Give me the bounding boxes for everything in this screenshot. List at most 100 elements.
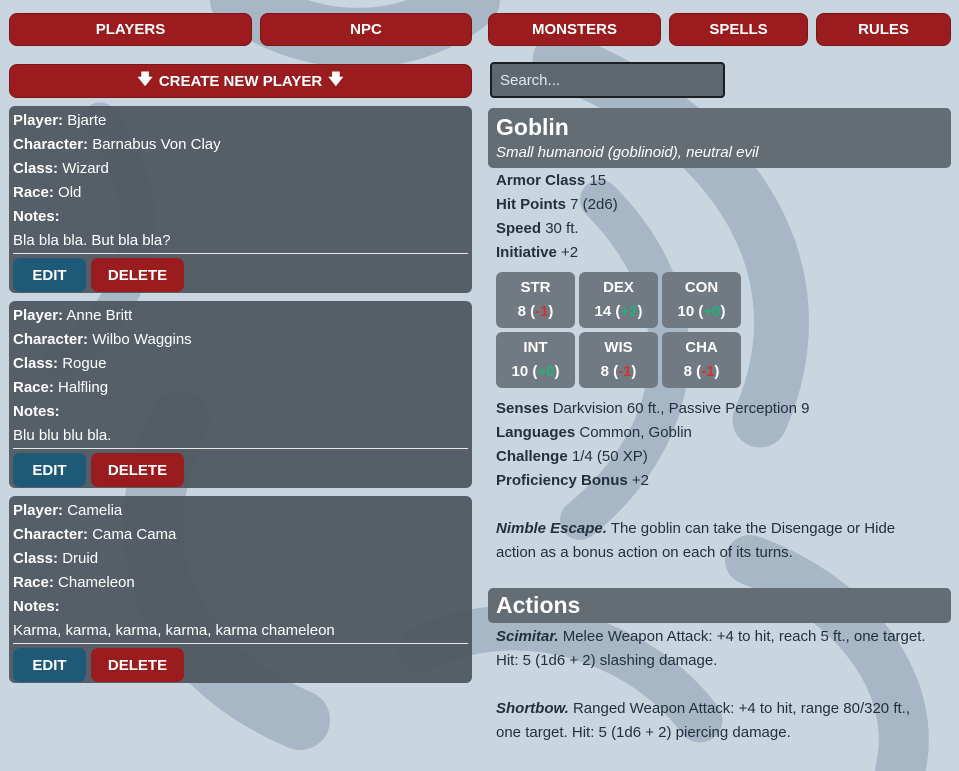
npc-tab-button[interactable]: NPC — [260, 13, 472, 46]
rules-tab-button[interactable]: RULES — [816, 13, 951, 46]
class-label: Class: — [13, 355, 59, 372]
ability-abbr: CON — [684, 279, 719, 296]
character-label: Character: — [13, 136, 89, 153]
race-label: Race: — [13, 184, 54, 201]
character-name: Barnabus Von Clay — [92, 136, 221, 153]
character-name: Wilbo Waggins — [92, 331, 192, 348]
armor-class-label: Armor Class — [496, 172, 586, 189]
monsters-tab-button[interactable]: MONSTERS — [488, 13, 661, 46]
proficiency-label: Proficiency Bonus — [496, 472, 628, 489]
delete-button[interactable]: DELETE — [91, 258, 184, 292]
actions-title: Actions — [496, 592, 581, 618]
spells-tab-button[interactable]: SPELLS — [669, 13, 808, 46]
senses-line: Senses Darkvision 60 ft., Passive Percep… — [496, 397, 810, 421]
notes-label: Notes: — [13, 598, 60, 615]
notes-label: Notes: — [13, 208, 60, 225]
divider — [13, 643, 468, 644]
class-value: Rogue — [62, 355, 107, 372]
ability-mod: -1 — [618, 363, 632, 380]
edit-button[interactable]: EDIT — [13, 258, 86, 292]
ability-mod: -1 — [701, 363, 715, 380]
divider — [13, 448, 468, 449]
ability-wis: WIS 8 (-1) — [579, 332, 658, 388]
player-label: Player: — [13, 307, 64, 324]
notes-label: Notes: — [13, 403, 60, 420]
proficiency-line: Proficiency Bonus +2 — [496, 469, 649, 493]
player-name: Camelia — [67, 502, 123, 519]
languages-value: Common, Goblin — [579, 424, 692, 441]
ability-mod: +2 — [620, 303, 638, 320]
players-tab-button[interactable]: PLAYERS — [9, 13, 252, 46]
senses-label: Senses — [496, 400, 549, 417]
trait-name: Nimble Escape. — [496, 520, 607, 537]
armor-class-value: 15 — [589, 172, 607, 189]
actions-header: Actions — [488, 588, 951, 623]
character-label: Character: — [13, 526, 89, 543]
ability-str: STR 8 (-1) — [496, 272, 575, 328]
player-card: Player: Camelia Character: Cama Cama Cla… — [9, 496, 472, 683]
initiative-label: Initiative — [496, 244, 557, 261]
action-paragraph: Scimitar. Melee Weapon Attack: +4 to hit… — [496, 625, 936, 673]
ability-score: 10 — [511, 363, 529, 380]
ability-con: CON 10 (+0) — [662, 272, 741, 328]
player-name: Anne Britt — [66, 307, 133, 324]
challenge-label: Challenge — [496, 448, 568, 465]
ability-score: 8 — [517, 303, 526, 320]
ability-mod: +0 — [537, 363, 555, 380]
challenge-value: 1/4 (50 XP) — [571, 448, 648, 465]
hit-points-line: Hit Points 7 (2d6) — [496, 193, 618, 217]
player-label: Player: — [13, 502, 64, 519]
edit-button[interactable]: EDIT — [13, 648, 86, 682]
proficiency-value: +2 — [631, 472, 649, 489]
action-name: Shortbow. — [496, 700, 569, 717]
speed-value: 30 ft. — [545, 220, 579, 237]
ability-score: 14 — [594, 303, 612, 320]
ability-dex: DEX 14 (+2) — [579, 272, 658, 328]
race-label: Race: — [13, 574, 54, 591]
race-value: Chameleon — [58, 574, 135, 591]
notes-value: Blu blu blu bla. — [13, 427, 112, 444]
search-input[interactable] — [490, 62, 725, 98]
create-new-player-button[interactable]: 🡇 CREATE NEW PLAYER 🡇 — [9, 64, 472, 98]
ability-score: 8 — [600, 363, 609, 380]
ability-abbr: WIS — [604, 339, 633, 356]
monster-subtitle: Small humanoid (goblinoid), neutral evil — [496, 144, 759, 161]
character-name: Cama Cama — [92, 526, 177, 543]
notes-value: Karma, karma, karma, karma, karma chamel… — [13, 622, 335, 639]
notes-value: Bla bla bla. But bla bla? — [13, 232, 171, 249]
monster-header: Goblin Small humanoid (goblinoid), neutr… — [488, 108, 951, 168]
ability-mod: -1 — [535, 303, 549, 320]
action-paragraph: Shortbow. Ranged Weapon Attack: +4 to hi… — [496, 697, 936, 745]
senses-value: Darkvision 60 ft., Passive Perception 9 — [552, 400, 810, 417]
languages-line: Languages Common, Goblin — [496, 421, 692, 445]
character-label: Character: — [13, 331, 89, 348]
player-name: Bjarte — [67, 112, 107, 129]
speed-line: Speed 30 ft. — [496, 217, 579, 241]
race-value: Halfling — [58, 379, 109, 396]
ability-abbr: DEX — [603, 279, 634, 296]
action-text: Melee Weapon Attack: +4 to hit, reach 5 … — [496, 628, 926, 669]
initiative-value: +2 — [561, 244, 579, 261]
class-value: Wizard — [62, 160, 109, 177]
ability-cha: CHA 8 (-1) — [662, 332, 741, 388]
ability-score: 10 — [677, 303, 695, 320]
edit-button[interactable]: EDIT — [13, 453, 86, 487]
challenge-line: Challenge 1/4 (50 XP) — [496, 445, 648, 469]
create-new-player-label: CREATE NEW PLAYER — [158, 72, 323, 90]
class-label: Class: — [13, 160, 59, 177]
ability-abbr: INT — [523, 339, 548, 356]
race-value: Old — [58, 184, 82, 201]
languages-label: Languages — [496, 424, 576, 441]
player-card: Player: Anne Britt Character: Wilbo Wagg… — [9, 301, 472, 488]
delete-button[interactable]: DELETE — [91, 453, 184, 487]
ability-int: INT 10 (+0) — [496, 332, 575, 388]
arrow-down-icon: 🡇 — [137, 70, 153, 88]
trait-paragraph: Nimble Escape. The goblin can take the D… — [496, 517, 936, 565]
arrow-down-icon: 🡇 — [328, 70, 344, 88]
ability-mod: +0 — [703, 303, 721, 320]
armor-class-line: Armor Class 15 — [496, 169, 606, 193]
delete-button[interactable]: DELETE — [91, 648, 184, 682]
ability-abbr: STR — [520, 279, 551, 296]
class-value: Druid — [62, 550, 99, 567]
race-label: Race: — [13, 379, 54, 396]
